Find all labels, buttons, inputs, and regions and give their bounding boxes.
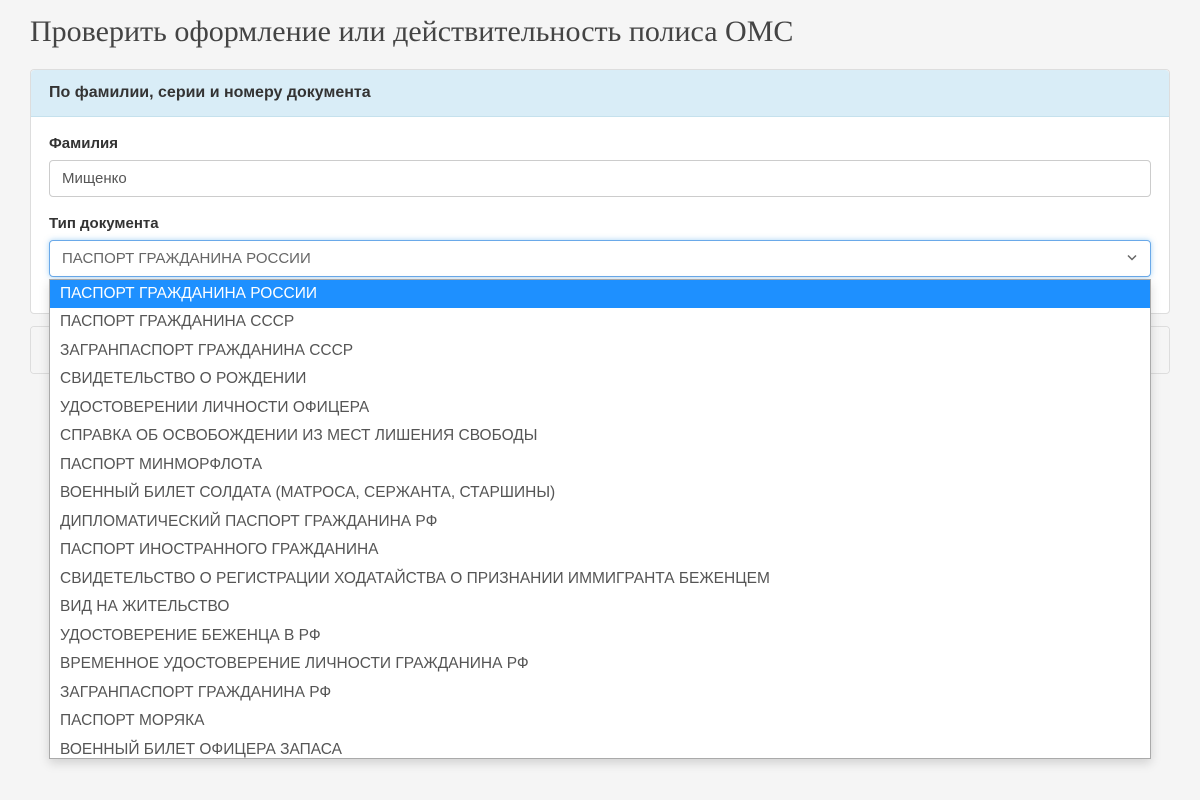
panel-header-by-document[interactable]: По фамилии, серии и номеру документа	[31, 70, 1169, 117]
doctype-option[interactable]: ПАСПОРТ ГРАЖДАНИНА РОССИИ	[50, 280, 1150, 308]
surname-label: Фамилия	[49, 135, 1151, 152]
doctype-option[interactable]: СВИДЕТЕЛЬСТВО О РОЖДЕНИИ	[50, 365, 1150, 393]
surname-input[interactable]	[49, 160, 1151, 197]
doctype-group: Тип документа ПАСПОРТ ГРАЖДАНИНА РОССИИ …	[49, 215, 1151, 277]
doctype-select-wrap: ПАСПОРТ ГРАЖДАНИНА РОССИИ ПАСПОРТ ГРАЖДА…	[49, 240, 1151, 277]
panel-body-by-document: Фамилия Тип документа ПАСПОРТ ГРАЖДАНИНА…	[31, 117, 1169, 313]
doctype-select[interactable]: ПАСПОРТ ГРАЖДАНИНА РОССИИ	[49, 240, 1151, 277]
doctype-option[interactable]: УДОСТОВЕРЕНИЕ БЕЖЕНЦА В РФ	[50, 622, 1150, 650]
doctype-option[interactable]: ПАСПОРТ МИНМОРФЛОТА	[50, 451, 1150, 479]
doctype-option[interactable]: ВРЕМЕННОЕ УДОСТОВЕРЕНИЕ ЛИЧНОСТИ ГРАЖДАН…	[50, 650, 1150, 678]
doctype-label: Тип документа	[49, 215, 1151, 232]
page-title: Проверить оформление или действительност…	[30, 15, 1170, 49]
doctype-dropdown[interactable]: ПАСПОРТ ГРАЖДАНИНА РОССИИПАСПОРТ ГРАЖДАН…	[49, 279, 1151, 759]
doctype-option[interactable]: ПАСПОРТ ИНОСТРАННОГО ГРАЖДАНИНА	[50, 536, 1150, 564]
panel-by-document: По фамилии, серии и номеру документа Фам…	[30, 69, 1170, 314]
doctype-option[interactable]: ЗАГРАНПАСПОРТ ГРАЖДАНИНА СССР	[50, 337, 1150, 365]
doctype-option[interactable]: ВИД НА ЖИТЕЛЬСТВО	[50, 593, 1150, 621]
doctype-option[interactable]: ПАСПОРТ МОРЯКА	[50, 707, 1150, 735]
doctype-option[interactable]: СВИДЕТЕЛЬСТВО О РЕГИСТРАЦИИ ХОДАТАЙСТВА …	[50, 565, 1150, 593]
doctype-option[interactable]: ВОЕННЫЙ БИЛЕТ ОФИЦЕРА ЗАПАСА	[50, 736, 1150, 760]
doctype-option[interactable]: СПРАВКА ОБ ОСВОБОЖДЕНИИ ИЗ МЕСТ ЛИШЕНИЯ …	[50, 422, 1150, 450]
chevron-down-icon	[1126, 250, 1138, 267]
doctype-option[interactable]: ВОЕННЫЙ БИЛЕТ СОЛДАТА (МАТРОСА, СЕРЖАНТА…	[50, 479, 1150, 507]
doctype-option[interactable]: УДОСТОВЕРЕНИИ ЛИЧНОСТИ ОФИЦЕРА	[50, 394, 1150, 422]
doctype-selected-value: ПАСПОРТ ГРАЖДАНИНА РОССИИ	[62, 250, 311, 267]
doctype-option[interactable]: ДИПЛОМАТИЧЕСКИЙ ПАСПОРТ ГРАЖДАНИНА РФ	[50, 508, 1150, 536]
doctype-option[interactable]: ЗАГРАНПАСПОРТ ГРАЖДАНИНА РФ	[50, 679, 1150, 707]
doctype-option[interactable]: ПАСПОРТ ГРАЖДАНИНА СССР	[50, 308, 1150, 336]
surname-group: Фамилия	[49, 135, 1151, 197]
